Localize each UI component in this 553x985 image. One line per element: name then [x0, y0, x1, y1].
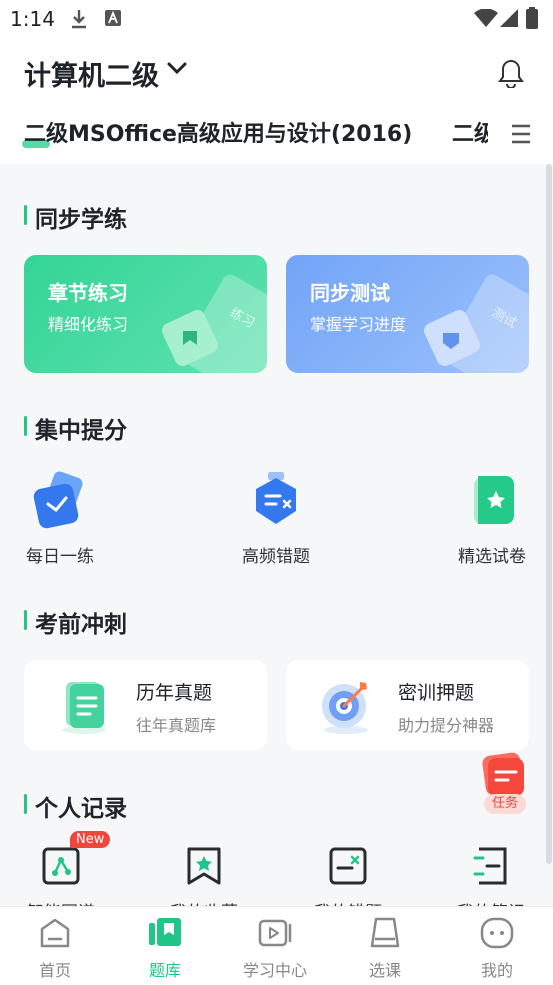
tab-courses[interactable]: 选课: [330, 915, 440, 981]
bookmark-icon: [187, 847, 221, 885]
subject-tab-next[interactable]: 二级: [452, 116, 488, 148]
item-label: 高频错题: [242, 547, 310, 567]
status-time: 1:14: [10, 7, 55, 31]
bell-icon[interactable]: [497, 58, 525, 88]
task-label: 任务: [484, 794, 526, 814]
section-title-records: 个人记录: [24, 789, 127, 823]
card-title: 章节练习: [48, 281, 128, 305]
card-title: 同步测试: [310, 281, 390, 305]
item-label: 每日一练: [26, 547, 94, 567]
error-book-icon: [329, 847, 367, 885]
section-title-sync: 同步学练: [24, 200, 127, 234]
daily-practice-icon: [33, 471, 83, 529]
chevron-down-icon[interactable]: [166, 60, 188, 76]
tab-label: 我的: [480, 961, 513, 980]
item-label: 精选试卷: [458, 547, 526, 567]
knowledge-graph-icon: [42, 847, 80, 885]
card-subtitle: 助力提分神器: [398, 716, 495, 735]
task-icon: [482, 752, 524, 796]
card-subtitle: 精细化练习: [48, 315, 129, 334]
tab-label: 学习中心: [242, 961, 307, 980]
profile-icon: [480, 917, 514, 949]
status-bar: 1:14: [0, 0, 553, 36]
exam-selector[interactable]: 计算机二级: [24, 54, 159, 93]
section-title-focus: 集中提分: [24, 411, 127, 445]
battery-icon: [526, 7, 538, 29]
frequent-errors-item[interactable]: 高频错题: [216, 468, 336, 567]
target-icon: [322, 682, 368, 734]
question-bank-icon: [149, 918, 181, 946]
bottom-tab-bar: 首页 题库 学习中心 选课 我的: [0, 906, 553, 985]
past-exams-card[interactable]: 历年真题 往年真题库: [24, 660, 267, 750]
video-icon: [258, 919, 292, 947]
frequent-errors-icon: [256, 472, 296, 524]
download-icon: [72, 10, 86, 29]
past-exams-icon: [62, 682, 106, 734]
tab-home[interactable]: 首页: [0, 915, 110, 981]
task-button[interactable]: 任务: [474, 752, 534, 814]
card-subtitle: 往年真题库: [136, 716, 217, 735]
card-title: 密训押题: [398, 682, 475, 704]
shopping-bag-icon: [370, 917, 400, 948]
section-title-sprint: 考前冲刺: [24, 605, 127, 639]
test-paper-icon: 测试: [424, 274, 529, 373]
selected-papers-item[interactable]: 精选试卷: [432, 468, 552, 567]
card-subtitle: 掌握学习进度: [310, 315, 407, 334]
signal-icon: [500, 9, 518, 27]
chapter-practice-card[interactable]: 章节练习 精细化练习 练习: [24, 255, 267, 373]
header: 计算机二级 二级MSOffice高级应用与设计(2016) 二级: [0, 36, 553, 164]
tab-learning-center[interactable]: 学习中心: [220, 915, 330, 981]
sync-test-card[interactable]: 同步测试 掌握学习进度 测试: [286, 255, 529, 373]
secret-training-card[interactable]: 密训押题 助力提分神器: [286, 660, 529, 750]
tab-label: 题库: [148, 961, 181, 980]
selected-papers-icon: [474, 476, 514, 524]
wifi-icon: [474, 9, 498, 27]
tab-profile[interactable]: 我的: [442, 915, 552, 981]
notes-icon: [473, 847, 507, 885]
notification-app-icon: [105, 10, 121, 26]
tab-label: 选课: [368, 961, 401, 980]
subject-tab-active[interactable]: 二级MSOffice高级应用与设计(2016): [24, 116, 412, 148]
menu-icon[interactable]: [510, 124, 532, 144]
practice-book-icon: 练习: [162, 274, 267, 373]
home-icon: [40, 918, 70, 948]
daily-practice-item[interactable]: 每日一练: [0, 468, 120, 567]
tab-label: 首页: [38, 961, 71, 980]
tab-question-bank[interactable]: 题库: [110, 915, 220, 981]
card-title: 历年真题: [136, 682, 213, 704]
new-badge: New: [70, 831, 111, 848]
